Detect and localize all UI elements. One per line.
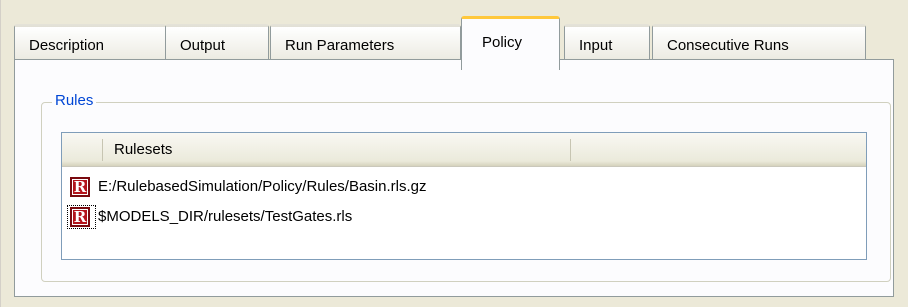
tab-label: Description [29, 37, 105, 54]
ruleset-path: $MODELS_DIR/rulesets/TestGates.rls [98, 208, 353, 225]
column-separator[interactable] [102, 139, 103, 161]
list-item[interactable]: R E:/RulebasedSimulation/Policy/Rules/Ba… [66, 175, 856, 199]
column-header-rulesets[interactable]: Rulesets [114, 141, 172, 158]
listview-header: Rulesets [62, 133, 866, 167]
ruleset-path: E:/RulebasedSimulation/Policy/Rules/Basi… [98, 178, 427, 195]
column-separator[interactable] [570, 139, 571, 161]
list-item[interactable]: R $MODELS_DIR/rulesets/TestGates.rls [66, 205, 856, 229]
tab-policy[interactable]: Policy [461, 16, 560, 70]
tab-label: Consecutive Runs [667, 37, 789, 54]
ruleset-r-icon: R [70, 177, 90, 197]
tab-label: Run Parameters [285, 37, 395, 54]
ruleset-r-icon: R [70, 207, 90, 227]
rules-group-title: Rules [52, 92, 97, 109]
tab-label: Output [180, 37, 226, 54]
tab-label: Input [579, 37, 613, 54]
tab-label: Policy [482, 34, 523, 51]
tab-panel-policy: Rules Rulesets R E:/RulebasedSimulation/… [14, 59, 894, 297]
rulesets-listview[interactable]: Rulesets R E:/RulebasedSimulation/Policy… [61, 132, 867, 260]
